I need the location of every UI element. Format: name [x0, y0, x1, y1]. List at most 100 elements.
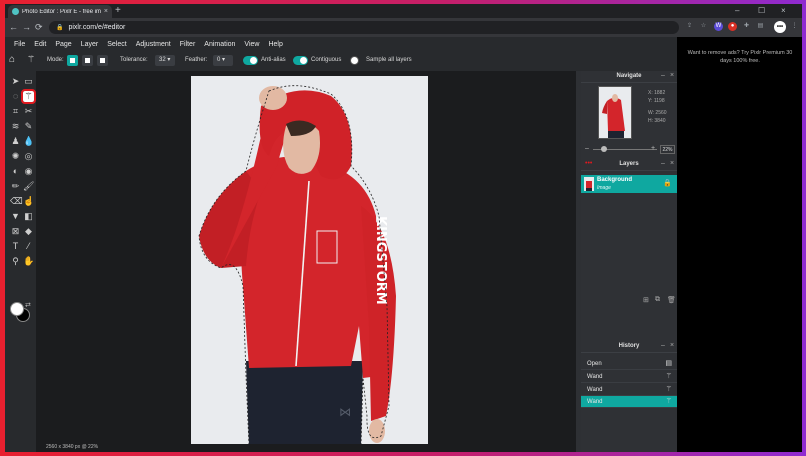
dodge-tool-icon[interactable]: ◎ [23, 151, 34, 162]
canvas-image[interactable]: ⋈ KINGSTORM [191, 76, 428, 446]
lasso-tool-icon[interactable]: ◌ [10, 91, 21, 102]
menu-select[interactable]: Select [107, 41, 126, 48]
extensions-puzzle-icon[interactable]: ✚ [742, 22, 751, 31]
brush-tool-icon[interactable]: 🖌 [23, 181, 34, 192]
mode-subtract-selection-button[interactable] [97, 55, 108, 66]
blur-tool-icon[interactable]: 💧 [23, 136, 34, 147]
forward-button[interactable]: → [22, 21, 31, 33]
menu-animation[interactable]: Animation [204, 41, 235, 48]
color-replace-tool-icon[interactable]: ◐ [10, 166, 21, 177]
fill-tool-icon[interactable]: ▼ [10, 211, 21, 222]
lock-icon[interactable]: 🔒 [663, 179, 672, 187]
foreground-color-swatch[interactable] [10, 302, 24, 316]
smudge-tool-icon[interactable]: ☝ [23, 196, 34, 207]
zoom-tool-icon[interactable]: ⚲ [10, 256, 21, 267]
history-item[interactable]: Wand ⚚ [581, 384, 677, 396]
menu-bar: File Edit Page Layer Select Adjustment F… [5, 37, 677, 51]
w-value: 2560 [655, 110, 667, 116]
magic-wand-icon: ⚚ [665, 373, 672, 380]
reload-button[interactable]: ⟳ [35, 21, 43, 33]
eraser-tool-icon[interactable]: ⌫ [10, 196, 23, 207]
zoom-out-button[interactable]: – [585, 145, 589, 152]
tolerance-input[interactable]: 32 ▾ [155, 55, 175, 66]
layers-collapse-icon[interactable]: – [661, 160, 665, 167]
tab-close-icon[interactable]: × [104, 8, 108, 15]
hand-tool-icon[interactable]: ✋ [23, 256, 34, 267]
heal-tool-icon[interactable]: ✎ [23, 121, 34, 132]
history-item-active[interactable]: Wand ⚚ [581, 396, 677, 408]
new-tab-button[interactable]: + [115, 5, 121, 16]
ad-text[interactable]: Want to remove ads? Try Pixlr Premium 30… [685, 49, 795, 65]
burn-tool-icon[interactable]: ◉ [23, 166, 34, 177]
menu-layer[interactable]: Layer [81, 41, 99, 48]
history-item[interactable]: Wand ⚚ [581, 371, 677, 383]
navigator-thumbnail-image [599, 87, 631, 138]
reading-list-icon[interactable]: ▤ [756, 22, 765, 31]
clone-stamp-tool-icon[interactable]: ♟ [10, 136, 21, 147]
mode-add-selection-button[interactable] [82, 55, 93, 66]
navigator-thumbnail[interactable] [598, 86, 632, 139]
add-layer-icon[interactable]: ⊞ [643, 296, 649, 304]
x-label: X: [648, 90, 653, 96]
menu-edit[interactable]: Edit [34, 41, 46, 48]
duplicate-layer-icon[interactable]: ⧉ [655, 296, 660, 304]
history-collapse-icon[interactable]: – [661, 342, 665, 349]
close-window-button[interactable]: × [781, 5, 786, 16]
history-item[interactable]: Open ▤ [581, 358, 677, 370]
extension-red-icon[interactable]: ● [728, 22, 737, 31]
feather-input[interactable]: 0 ▾ [213, 55, 233, 66]
sample-all-layers-toggle[interactable] [350, 56, 359, 65]
url-text: pixlr.com/e/#editor [68, 24, 126, 31]
extension-w-icon[interactable]: W [714, 22, 723, 31]
contiguous-toggle[interactable] [293, 56, 308, 65]
canvas-workspace[interactable]: ⋈ KINGSTORM 2560 x 3840 px @ 22% [36, 71, 576, 452]
text-tool-icon[interactable]: T [10, 241, 21, 252]
zoom-in-button[interactable]: + [651, 145, 655, 152]
svg-text:⋈: ⋈ [339, 405, 351, 419]
menu-help[interactable]: Help [268, 41, 282, 48]
image-tool-icon[interactable]: ⊠ [10, 226, 21, 237]
layer-type: Image [597, 185, 611, 191]
delete-layer-icon[interactable]: 🗑 [667, 296, 676, 304]
profile-avatar[interactable]: ••• [774, 21, 786, 33]
layers-close-icon[interactable]: × [670, 160, 674, 167]
eyedropper-tool-icon[interactable]: ⁄ [23, 241, 34, 252]
zoom-slider-handle[interactable] [601, 146, 607, 152]
swap-colors-icon[interactable]: ⇄ [25, 301, 31, 309]
marquee-tool-icon[interactable]: ▭ [23, 76, 34, 87]
share-icon[interactable]: ⇪ [685, 22, 694, 31]
pencil-tool-icon[interactable]: ✏ [10, 181, 21, 192]
menu-adjustment[interactable]: Adjustment [136, 41, 171, 48]
magic-wand-icon: ⚚ [665, 386, 672, 393]
browser-menu-icon[interactable]: ⋮ [790, 22, 799, 31]
layer-name: Background [597, 177, 633, 183]
pixlr-favicon-icon [12, 8, 19, 15]
bookmark-star-icon[interactable]: ☆ [699, 22, 708, 31]
menu-file[interactable]: File [14, 41, 25, 48]
magic-wand-tool-icon[interactable]: ⚚ [21, 89, 36, 104]
crop-tool-icon[interactable]: ⌗ [10, 106, 21, 117]
menu-filter[interactable]: Filter [180, 41, 196, 48]
navigate-collapse-icon[interactable]: – [661, 72, 665, 79]
sponge-tool-icon[interactable]: ✺ [10, 151, 21, 162]
arrange-tool-icon[interactable]: ➤ [10, 76, 21, 87]
browser-tab[interactable]: Photo Editor : Pixlr E - free image... × [8, 5, 112, 18]
maximize-button[interactable]: ☐ [758, 5, 765, 16]
minimize-button[interactable]: – [735, 5, 739, 16]
menu-view[interactable]: View [244, 41, 259, 48]
zoom-value[interactable]: 22% [660, 145, 675, 154]
cutout-tool-icon[interactable]: ✂ [23, 106, 34, 117]
home-icon[interactable]: ⌂ [9, 54, 15, 65]
antialias-toggle[interactable] [243, 56, 258, 65]
liquify-tool-icon[interactable]: ≋ [10, 121, 21, 132]
menu-page[interactable]: Page [55, 41, 71, 48]
back-button[interactable]: ← [9, 21, 18, 33]
gradient-tool-icon[interactable]: ◧ [23, 211, 34, 222]
url-bar[interactable]: 🔒 pixlr.com/e/#editor [49, 21, 679, 34]
contiguous-label: Contiguous [311, 57, 342, 63]
mode-new-selection-button[interactable] [67, 55, 78, 66]
navigate-close-icon[interactable]: × [670, 72, 674, 79]
shape-tool-icon[interactable]: ◆ [23, 226, 34, 237]
history-close-icon[interactable]: × [670, 342, 674, 349]
layer-item-background[interactable]: Background Image 🔒 [581, 175, 677, 193]
